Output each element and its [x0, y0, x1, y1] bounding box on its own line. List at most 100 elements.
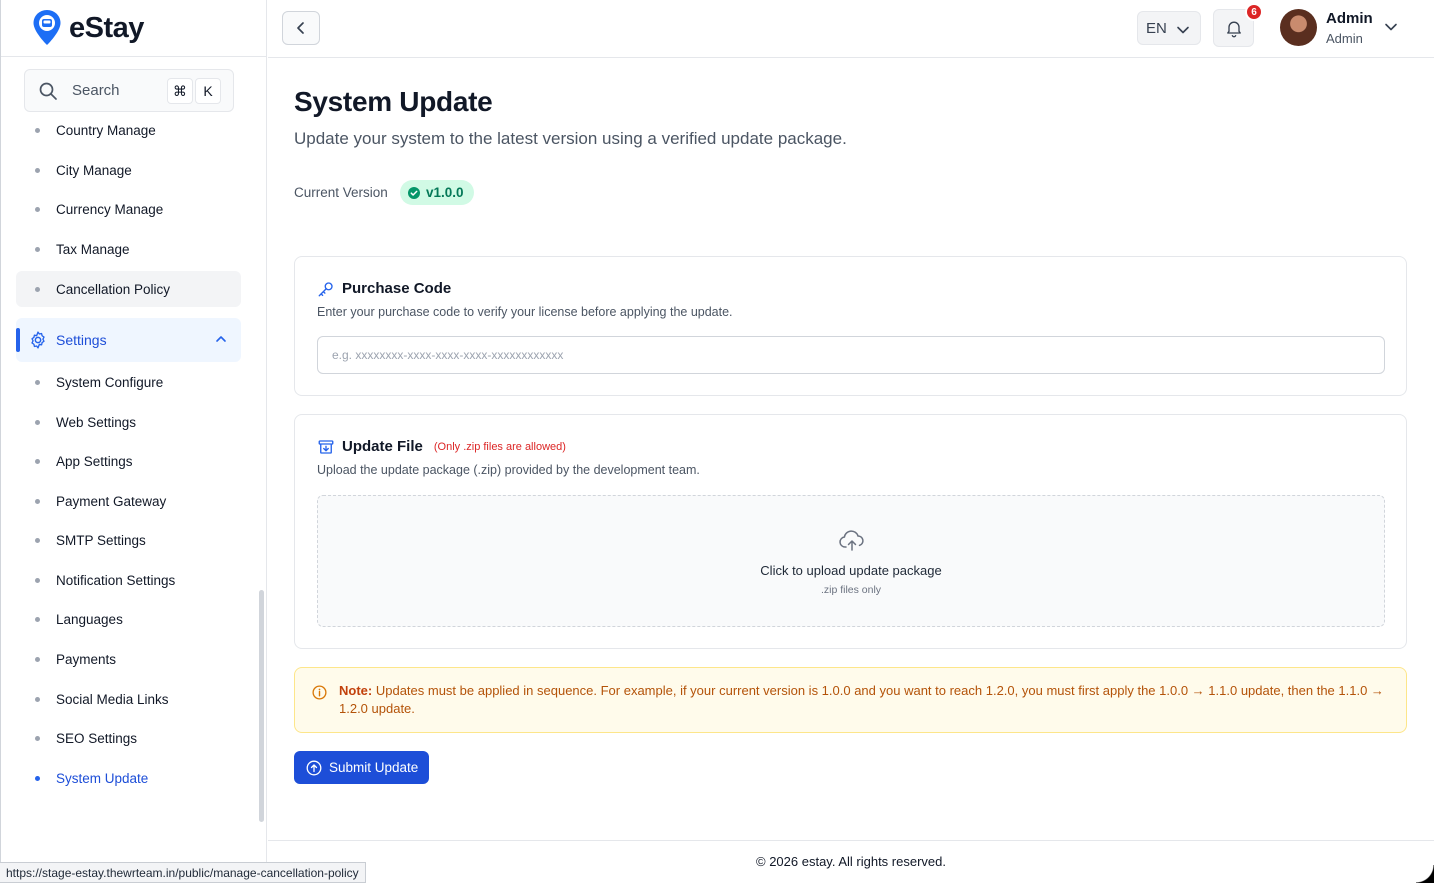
sidebar-item-label: Notification Settings: [56, 572, 176, 588]
submit-update-button[interactable]: Submit Update: [294, 751, 429, 784]
sidebar-scrollbar[interactable]: [259, 590, 264, 822]
bell-icon: [1226, 21, 1241, 38]
user-name[interactable]: Admin: [1326, 10, 1373, 27]
page-title: System Update: [294, 86, 493, 117]
purchase-code-title: Purchase Code: [342, 280, 452, 297]
purchase-code-input[interactable]: [317, 336, 1385, 374]
bullet-icon: [35, 459, 40, 464]
search-box[interactable]: Search ⌘ K: [24, 69, 234, 112]
location-pin-icon: [32, 9, 62, 47]
main-content: System Update Update your system to the …: [268, 58, 1434, 883]
info-icon: [312, 685, 327, 700]
sequence-note: Note: Updates must be applied in sequenc…: [294, 667, 1407, 733]
avatar[interactable]: [1280, 9, 1317, 46]
note-body: Updates must be applied in sequence. For…: [339, 683, 1384, 716]
bullet-icon: [35, 128, 40, 133]
bullet-icon: [35, 168, 40, 173]
sidebar-group-label: Settings: [56, 332, 107, 348]
sidebar-item-currency-manage[interactable]: Currency Manage: [16, 191, 241, 227]
dropzone-subtitle: .zip files only: [820, 584, 882, 596]
sidebar-item-label: City Manage: [56, 162, 132, 178]
sidebar-item-label: Currency Manage: [56, 201, 164, 217]
chevron-left-icon: [297, 22, 304, 34]
archive-download-icon: [318, 440, 334, 454]
language-select[interactable]: EN: [1137, 11, 1201, 45]
sidebar-item-label: Country Manage: [56, 122, 156, 138]
sidebar-item-label: Cancellation Policy: [56, 281, 171, 297]
note-label: Note:: [339, 683, 373, 698]
back-button[interactable]: [282, 11, 320, 45]
sidebar-item-system-update[interactable]: System Update: [16, 760, 241, 796]
purchase-code-description: Enter your purchase code to verify your …: [317, 305, 733, 319]
user-role: Admin: [1326, 31, 1363, 46]
bullet-icon: [35, 380, 40, 385]
copyright-text: © 2026 estay. All rights reserved.: [756, 854, 946, 869]
sidebar-item-languages[interactable]: Languages: [16, 601, 241, 637]
sidebar-item-smtp-settings[interactable]: SMTP Settings: [16, 522, 241, 558]
page-footer: © 2026 estay. All rights reserved.: [268, 840, 1434, 883]
sidebar-item-label: SEO Settings: [56, 730, 138, 746]
bullet-icon: [35, 578, 40, 583]
bullet-icon: [35, 697, 40, 702]
sidebar-item-notification-settings[interactable]: Notification Settings: [16, 562, 241, 598]
bullet-icon: [35, 287, 40, 292]
sidebar-item-label: System Update: [56, 770, 149, 786]
update-file-title: Update File: [342, 438, 423, 455]
zip-only-note: (Only .zip files are allowed): [433, 440, 566, 453]
brand-logo[interactable]: eStay: [1, 0, 266, 57]
language-value: EN: [1146, 19, 1167, 37]
check-circle-icon: [408, 186, 420, 199]
sidebar-item-system-configure[interactable]: System Configure: [16, 364, 241, 400]
sidebar-group-settings[interactable]: Settings: [16, 318, 241, 362]
sidebar-item-seo-settings[interactable]: SEO Settings: [16, 720, 241, 756]
window-corner: [1416, 865, 1434, 883]
current-version-value: v1.0.0: [426, 185, 464, 200]
sidebar-item-label: Payments: [56, 651, 117, 667]
note-text: Note: Updates must be applied in sequenc…: [339, 682, 1389, 718]
current-version-label: Current Version: [294, 185, 388, 200]
sidebar-item-payments[interactable]: Payments: [16, 641, 241, 677]
update-file-card: Update File (Only .zip files are allowed…: [294, 414, 1407, 649]
notification-count-badge: 6: [1245, 3, 1263, 21]
bullet-icon: [35, 736, 40, 741]
key-icon: [318, 282, 333, 297]
submit-update-label: Submit Update: [329, 760, 419, 775]
arrow-up-circle-icon: [306, 760, 322, 775]
upload-dropzone[interactable]: Click to upload update package .zip file…: [317, 495, 1385, 627]
sidebar-item-app-settings[interactable]: App Settings: [16, 443, 241, 479]
sidebar-item-label: Tax Manage: [56, 241, 130, 257]
chevron-down-icon[interactable]: [1384, 20, 1398, 34]
bullet-icon: [35, 247, 40, 252]
current-version-badge: v1.0.0: [400, 180, 474, 205]
update-file-heading: Update File (Only .zip files are allowed…: [342, 438, 566, 455]
sidebar-item-label: System Configure: [56, 374, 164, 390]
sidebar-item-label: Web Settings: [56, 414, 137, 430]
chevron-up-icon: [216, 336, 226, 342]
bullet-icon: [35, 420, 40, 425]
sidebar-item-label: Social Media Links: [56, 691, 169, 707]
sidebar-item-social-media-links[interactable]: Social Media Links: [16, 681, 241, 717]
sidebar-item-tax-manage[interactable]: Tax Manage: [16, 231, 241, 267]
gear-icon: [31, 331, 45, 349]
active-indicator: [16, 328, 20, 352]
bullet-icon: [35, 617, 40, 622]
sidebar-item-country-manage[interactable]: Country Manage: [16, 112, 241, 148]
page-subtitle: Update your system to the latest version…: [294, 129, 847, 148]
sidebar-item-city-manage[interactable]: City Manage: [16, 152, 241, 188]
top-header: EN 6 Admin Admin: [268, 0, 1434, 58]
sidebar-item-label: SMTP Settings: [56, 532, 146, 548]
search-icon: [39, 82, 57, 100]
sidebar: eStay Search ⌘ K Country Manage City Man…: [0, 0, 267, 883]
update-file-description: Upload the update package (.zip) provide…: [317, 463, 700, 477]
browser-status-url: https://stage-estay.thewrteam.in/public/…: [0, 862, 366, 883]
sidebar-item-web-settings[interactable]: Web Settings: [16, 404, 241, 440]
sidebar-item-label: Payment Gateway: [56, 493, 167, 509]
sidebar-item-label: App Settings: [56, 453, 133, 469]
sidebar-item-cancellation-policy[interactable]: Cancellation Policy: [16, 271, 241, 307]
bullet-icon: [35, 538, 40, 543]
sidebar-item-payment-gateway[interactable]: Payment Gateway: [16, 483, 241, 519]
brand-name: eStay: [69, 11, 144, 44]
bullet-icon: [35, 657, 40, 662]
search-label: Search: [72, 82, 120, 99]
shortcut-cmd-key: ⌘: [167, 78, 193, 104]
